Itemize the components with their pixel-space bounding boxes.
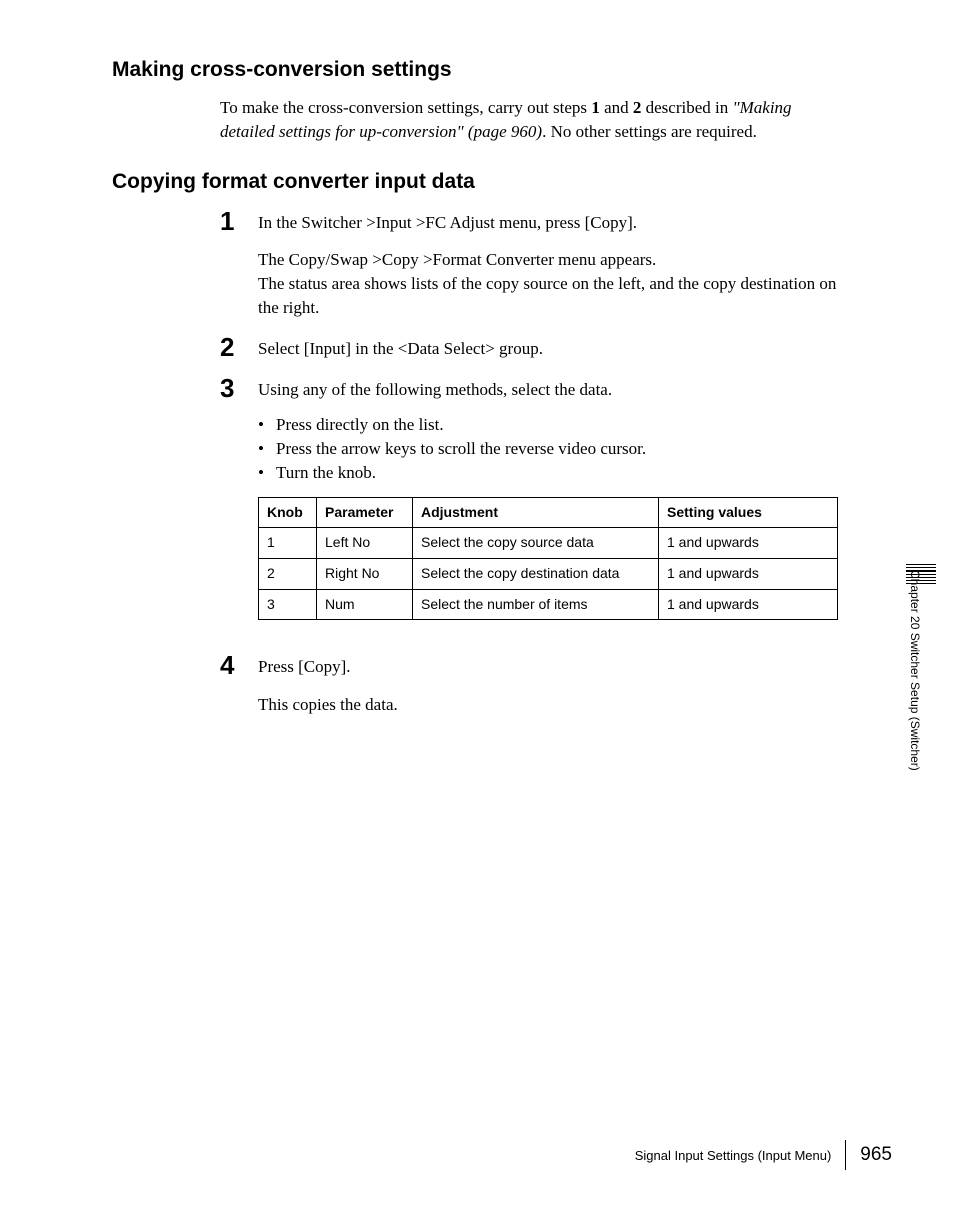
table-row: 1 Left No Select the copy source data 1 … (259, 528, 838, 559)
footer-divider (845, 1140, 846, 1170)
step-number: 2 (220, 334, 258, 360)
text-mid2: described in (641, 98, 732, 117)
table-cell: 1 (259, 528, 317, 559)
text-suffix: . No other settings are required. (542, 122, 757, 141)
step-detail: The status area shows lists of the copy … (258, 272, 849, 320)
bullet-item: Press directly on the list. (258, 413, 849, 437)
step-number: 4 (220, 652, 258, 678)
step-3: 3 Using any of the following methods, se… (220, 375, 849, 639)
step-detail: This copies the data. (258, 693, 849, 717)
text-prefix: To make the cross-conversion settings, c… (220, 98, 591, 117)
step-text: Press [Copy]. (258, 655, 849, 679)
page-footer: Signal Input Settings (Input Menu) 965 (635, 1140, 892, 1170)
section-heading-cross-conversion: Making cross-conversion settings (112, 58, 849, 82)
table-cell: Select the number of items (413, 589, 659, 620)
step-text: Using any of the following methods, sele… (258, 378, 849, 402)
chapter-side-label: Chapter 20 Switcher Setup (Switcher) (908, 570, 922, 771)
cross-conversion-paragraph: To make the cross-conversion settings, c… (220, 96, 849, 144)
table-cell: Select the copy destination data (413, 558, 659, 589)
step-number: 1 (220, 208, 258, 234)
table-cell: 3 (259, 589, 317, 620)
table-cell: 1 and upwards (659, 558, 838, 589)
step-detail: The Copy/Swap >Copy >Format Converter me… (258, 248, 849, 272)
bullet-item: Turn the knob. (258, 461, 849, 485)
table-cell: Right No (317, 558, 413, 589)
table-cell: Select the copy source data (413, 528, 659, 559)
table-row: 2 Right No Select the copy destination d… (259, 558, 838, 589)
step-4: 4 Press [Copy]. This copies the data. (220, 652, 849, 717)
section-heading-copying-data: Copying format converter input data (112, 170, 849, 194)
bullet-item: Press the arrow keys to scroll the rever… (258, 437, 849, 461)
table-row: 3 Num Select the number of items 1 and u… (259, 589, 838, 620)
table-header: Adjustment (413, 497, 659, 528)
step-1: 1 In the Switcher >Input >FC Adjust menu… (220, 208, 849, 320)
step-text: In the Switcher >Input >FC Adjust menu, … (258, 211, 849, 235)
text-mid1: and (600, 98, 633, 117)
page-number: 965 (860, 1144, 892, 1166)
knob-parameter-table: Knob Parameter Adjustment Setting values… (258, 497, 838, 620)
step-ref-1: 1 (591, 98, 600, 117)
step-number: 3 (220, 375, 258, 401)
table-cell: Left No (317, 528, 413, 559)
step-text: Select [Input] in the <Data Select> grou… (258, 337, 849, 361)
footer-section-name: Signal Input Settings (Input Menu) (635, 1148, 846, 1163)
table-header-row: Knob Parameter Adjustment Setting values (259, 497, 838, 528)
table-cell: Num (317, 589, 413, 620)
table-header: Knob (259, 497, 317, 528)
table-cell: 1 and upwards (659, 528, 838, 559)
table-header: Parameter (317, 497, 413, 528)
step-2: 2 Select [Input] in the <Data Select> gr… (220, 334, 849, 361)
table-cell: 2 (259, 558, 317, 589)
table-cell: 1 and upwards (659, 589, 838, 620)
table-header: Setting values (659, 497, 838, 528)
